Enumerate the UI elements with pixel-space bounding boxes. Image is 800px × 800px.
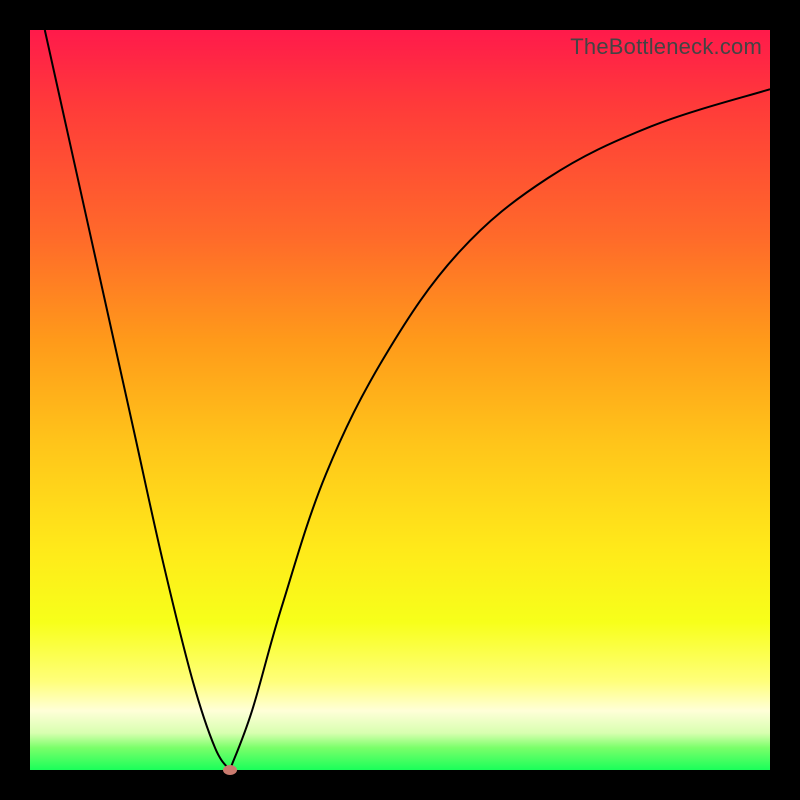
bottleneck-curve — [30, 30, 770, 770]
plot-area: TheBottleneck.com — [30, 30, 770, 770]
curve-left-branch — [45, 30, 230, 770]
chart-container: TheBottleneck.com — [0, 0, 800, 800]
minimum-marker — [223, 765, 237, 775]
curve-right-branch — [230, 89, 770, 770]
